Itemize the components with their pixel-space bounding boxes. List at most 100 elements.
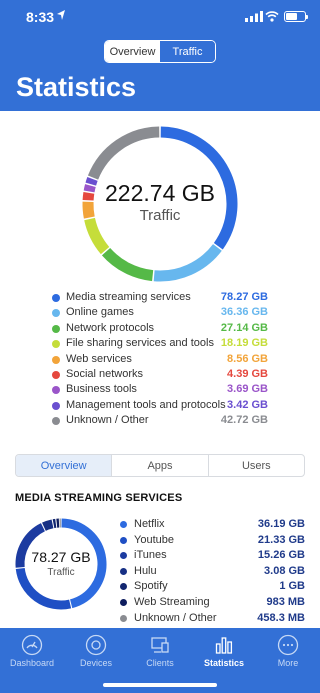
legend-dot bbox=[120, 598, 127, 606]
status-time: 8:33 bbox=[26, 9, 55, 25]
service-name: Spotify bbox=[134, 580, 168, 593]
battery-icon bbox=[284, 11, 308, 22]
list-item[interactable]: Unknown / Other 458.3 MB bbox=[120, 611, 305, 627]
total-traffic-label: Traffic bbox=[139, 207, 181, 224]
legend-value: 3.42 GB bbox=[227, 398, 268, 411]
legend-label: Web services bbox=[66, 352, 132, 365]
service-name: Hulu bbox=[134, 564, 157, 577]
tabbar-label: More bbox=[277, 658, 299, 668]
list-item[interactable]: Web Streaming 983 MB bbox=[120, 595, 305, 611]
legend-value: 27.14 GB bbox=[220, 321, 268, 334]
more-icon bbox=[277, 634, 299, 656]
legend-item[interactable]: Management tools and protocols 3.42 GB bbox=[52, 398, 268, 413]
list-item[interactable]: iTunes 15.26 GB bbox=[120, 548, 305, 564]
media-traffic-label: Traffic bbox=[47, 567, 75, 578]
clients-icon bbox=[151, 637, 169, 653]
section-title: MEDIA STREAMING SERVICES bbox=[15, 492, 183, 504]
legend-item[interactable]: Media streaming services 78.27 GB bbox=[52, 290, 268, 305]
location-arrow-icon bbox=[57, 10, 65, 20]
legend-item[interactable]: File sharing services and tools 18.19 GB bbox=[52, 336, 268, 351]
legend-item[interactable]: Network protocols 27.14 GB bbox=[52, 321, 268, 336]
tabbar-label: Statistics bbox=[203, 658, 245, 668]
legend-label: File sharing services and tools bbox=[66, 337, 214, 350]
legend-dot bbox=[52, 309, 60, 318]
tabbar-dashboard[interactable]: Dashboard bbox=[0, 628, 64, 693]
legend-label: Network protocols bbox=[66, 321, 155, 334]
header: 8:33 Overview Traffic Statistics bbox=[0, 0, 320, 111]
legend-dot bbox=[52, 386, 60, 395]
dashboard-icon bbox=[21, 634, 43, 656]
media-traffic-value: 78.27 GB bbox=[31, 549, 91, 565]
service-value: 983 MB bbox=[266, 595, 305, 608]
legend-label: Unknown / Other bbox=[66, 414, 149, 427]
service-name: Netflix bbox=[134, 518, 165, 530]
statistics-icon bbox=[215, 637, 233, 654]
legend-label: Online games bbox=[66, 306, 134, 319]
tab-traffic[interactable]: Traffic bbox=[160, 41, 215, 62]
legend-dot bbox=[120, 583, 127, 591]
legend-dot bbox=[120, 521, 127, 528]
media-service-list: Netflix 36.19 GB Youtube 21.33 GB iTunes 15.2… bbox=[120, 517, 305, 626]
legend-label: Media streaming services bbox=[66, 291, 191, 303]
legend-item[interactable]: Online games 36.36 GB bbox=[52, 305, 268, 320]
list-item[interactable]: Spotify 1 GB bbox=[120, 579, 305, 595]
legend-value: 18.19 GB bbox=[220, 337, 268, 350]
tab-overview[interactable]: Overview bbox=[105, 41, 160, 62]
traffic-donut-segment[interactable] bbox=[87, 126, 160, 180]
legend-value: 8.56 GB bbox=[227, 352, 268, 365]
tabbar-label: Dashboard bbox=[9, 658, 55, 668]
legend-dot bbox=[52, 401, 60, 410]
page-title: Statistics bbox=[16, 72, 137, 102]
tabbar-label: Devices bbox=[79, 658, 112, 668]
legend-dot bbox=[120, 567, 127, 575]
legend-dot bbox=[52, 417, 60, 426]
service-value: 15.26 GB bbox=[257, 549, 305, 562]
legend-dot bbox=[52, 324, 60, 333]
legend-value: 78.27 GB bbox=[220, 291, 268, 303]
legend-dot bbox=[120, 552, 127, 560]
service-name: Youtube bbox=[134, 533, 174, 546]
legend-item[interactable]: Web services 8.56 GB bbox=[52, 352, 268, 367]
list-item[interactable]: Youtube 21.33 GB bbox=[120, 533, 305, 549]
traffic-donut-segment[interactable] bbox=[101, 247, 154, 282]
cellular-signal-icon bbox=[245, 11, 263, 22]
legend-dot bbox=[52, 370, 60, 379]
legend-label: Social networks bbox=[66, 367, 144, 380]
list-item[interactable]: Hulu 3.08 GB bbox=[120, 564, 305, 580]
service-value: 3.08 GB bbox=[264, 564, 305, 577]
legend-item[interactable]: Social networks 4.39 GB bbox=[52, 367, 268, 382]
legend-dot bbox=[52, 294, 60, 302]
legend-label: Management tools and protocols bbox=[66, 398, 226, 411]
view-switch: Overview Traffic bbox=[104, 40, 216, 63]
legend-value: 36.36 GB bbox=[220, 306, 268, 319]
legend-value: 42.72 GB bbox=[220, 414, 268, 427]
legend-label: Business tools bbox=[66, 383, 137, 396]
total-traffic-value: 222.74 GB bbox=[105, 180, 215, 206]
service-name: Unknown / Other bbox=[134, 611, 217, 624]
legend-item[interactable]: Business tools 3.69 GB bbox=[52, 382, 268, 397]
legend-dot bbox=[120, 536, 127, 544]
category-legend: Media streaming services 78.27 GB Online g… bbox=[52, 290, 268, 429]
list-item[interactable]: Netflix 36.19 GB bbox=[120, 517, 305, 533]
tab-overview-detail[interactable]: Overview bbox=[16, 455, 112, 476]
home-indicator bbox=[103, 683, 217, 687]
detail-tabs: Overview Apps Users bbox=[15, 454, 305, 477]
traffic-donut-segment[interactable] bbox=[153, 243, 222, 282]
legend-dot bbox=[120, 614, 127, 622]
service-value: 36.19 GB bbox=[257, 518, 305, 530]
legend-item[interactable]: Unknown / Other 42.72 GB bbox=[52, 413, 268, 428]
service-value: 1 GB bbox=[279, 580, 305, 593]
legend-value: 4.39 GB bbox=[227, 367, 268, 380]
service-name: Web Streaming bbox=[134, 595, 210, 608]
service-value: 458.3 MB bbox=[257, 611, 305, 624]
tabbar-more[interactable]: More bbox=[256, 628, 320, 693]
tab-users[interactable]: Users bbox=[207, 455, 304, 476]
status-bar: 8:33 bbox=[0, 0, 320, 36]
legend-dot bbox=[52, 355, 60, 364]
tab-apps[interactable]: Apps bbox=[111, 455, 207, 476]
media-donut-segment[interactable] bbox=[42, 519, 54, 531]
legend-dot bbox=[52, 340, 60, 349]
service-name: iTunes bbox=[134, 549, 167, 562]
wifi-icon bbox=[265, 11, 279, 22]
tabbar-label: Clients bbox=[146, 658, 174, 668]
